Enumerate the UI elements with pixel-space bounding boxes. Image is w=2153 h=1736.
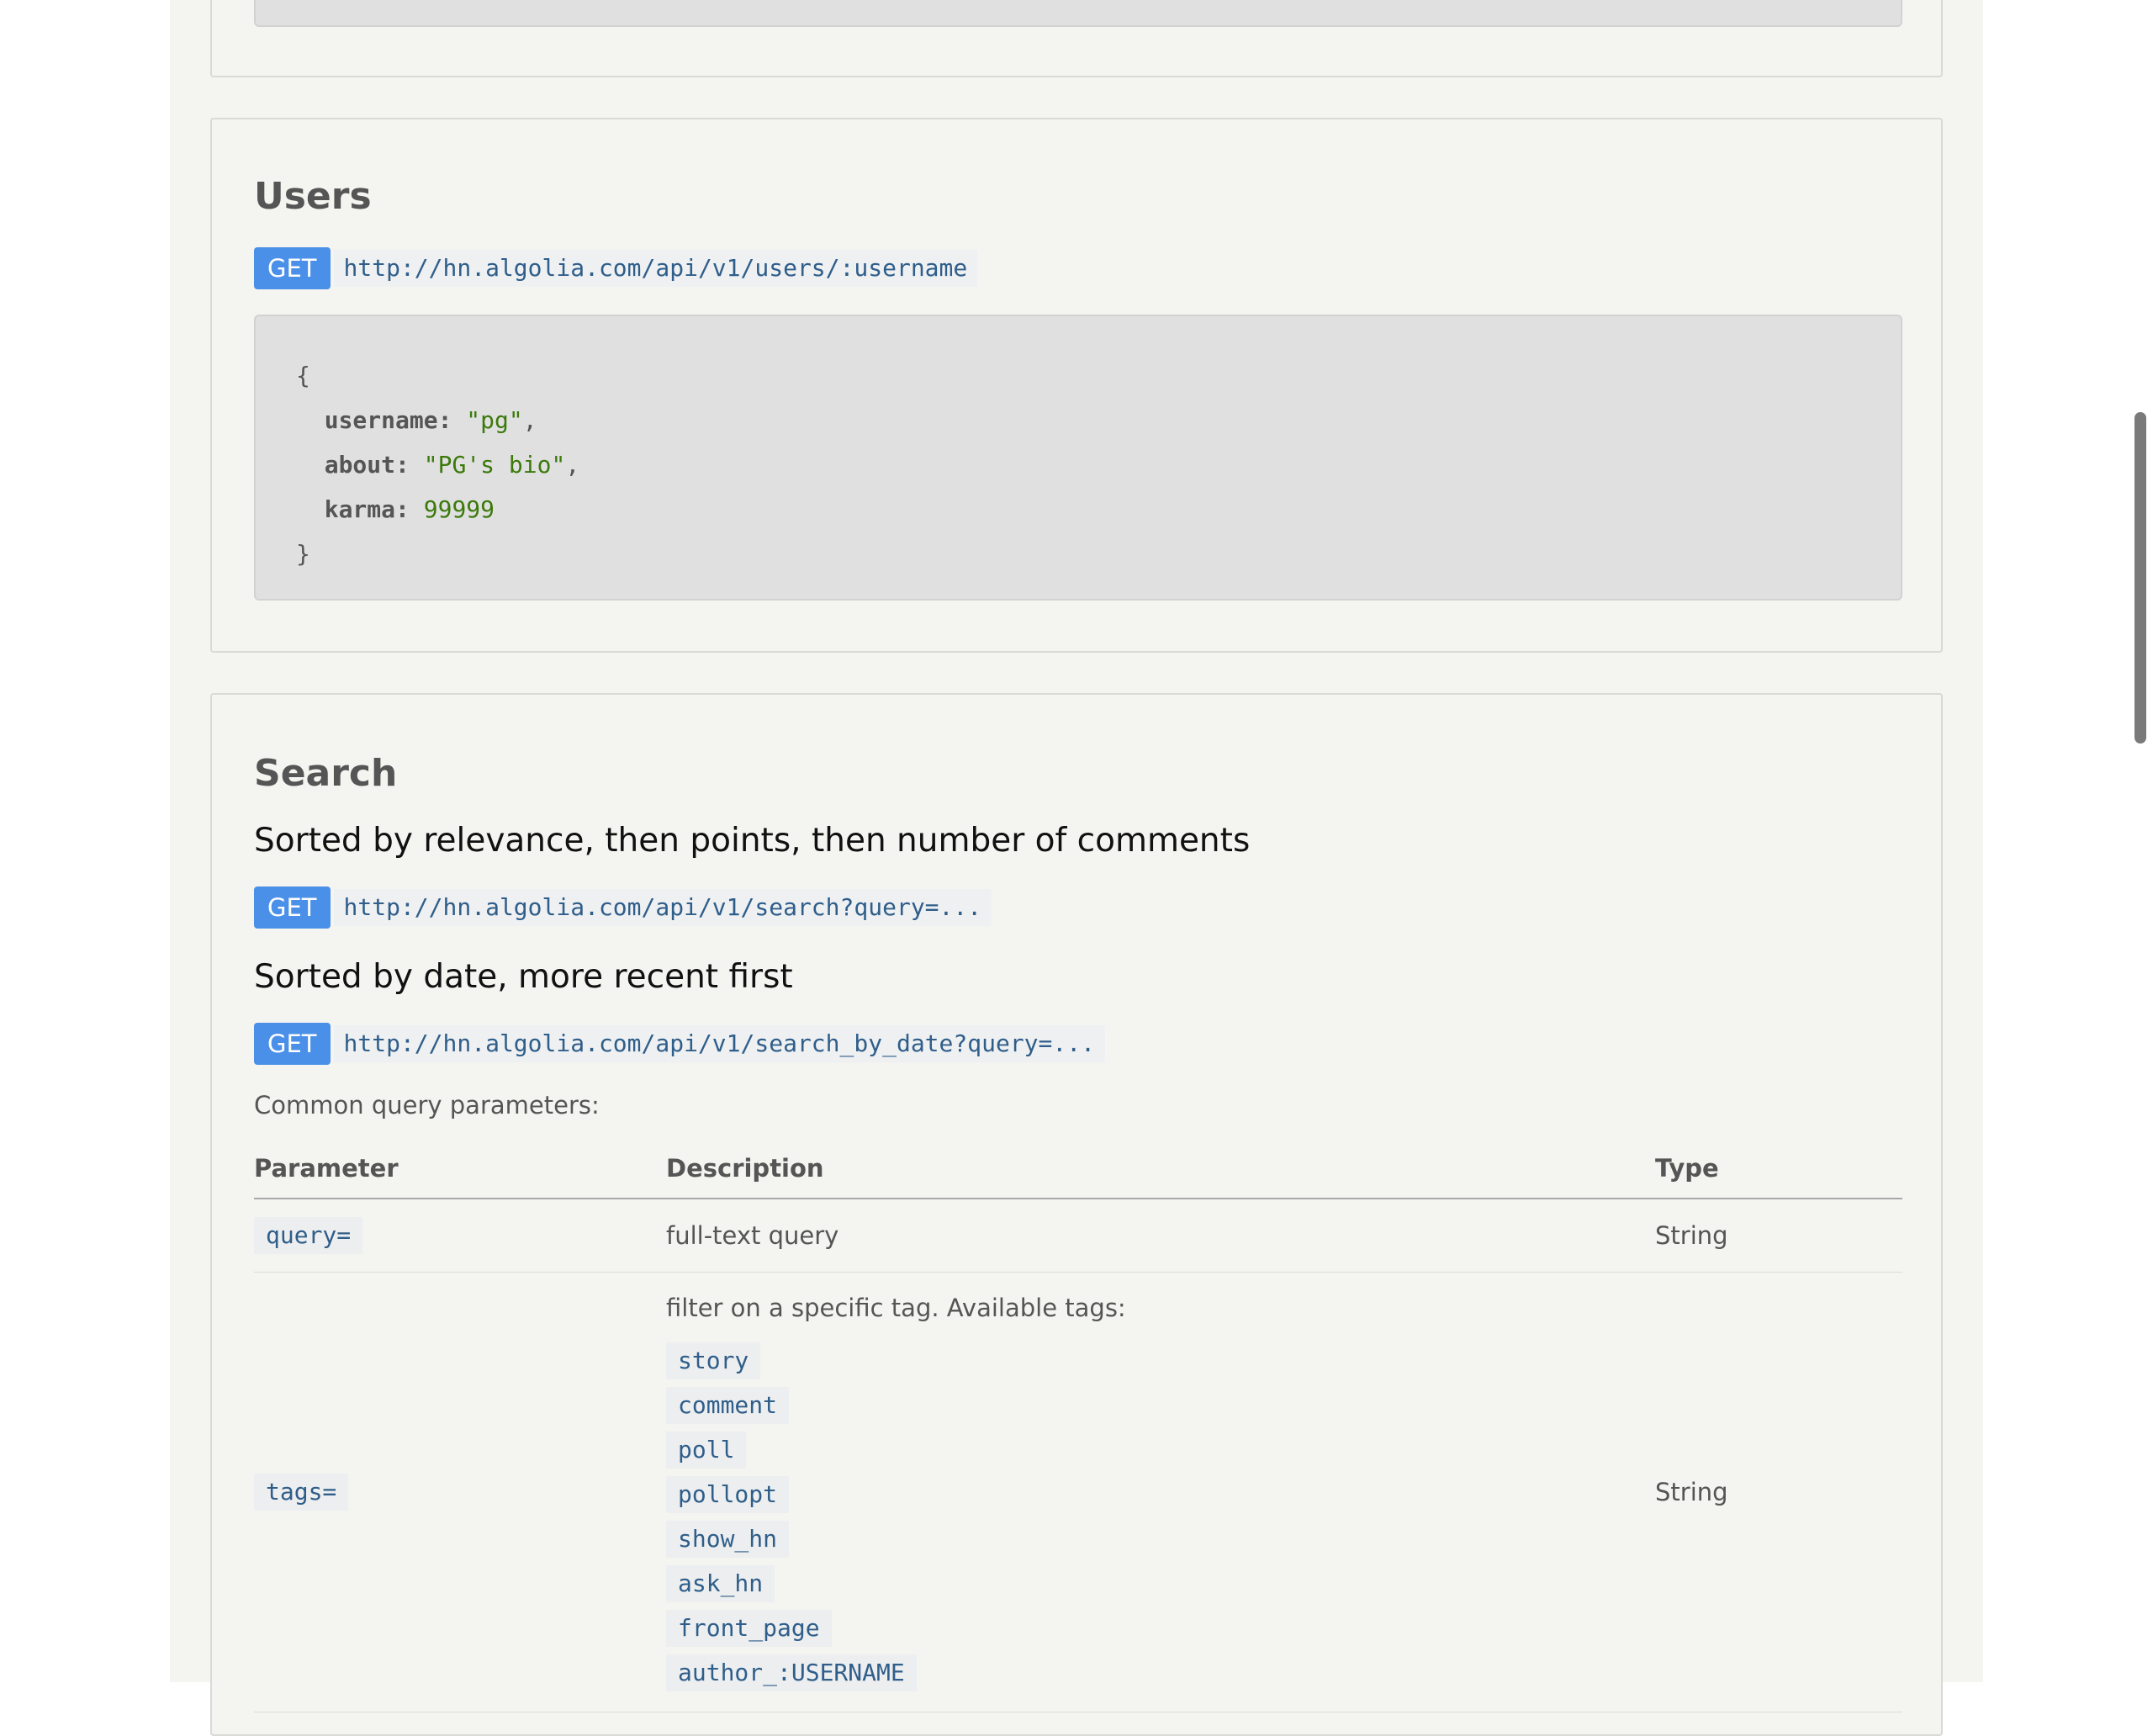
tag-chip: ask_hn	[666, 1564, 775, 1602]
users-section: Users GET http://hn.algolia.com/api/v1/u…	[210, 118, 1943, 653]
description-cell: filter on a specific tag. Available tags…	[666, 1272, 1655, 1712]
json-key: about:	[324, 451, 410, 479]
tag-chip: front_page	[666, 1609, 832, 1647]
list-item: front_page	[666, 1606, 1655, 1650]
users-endpoint: GET http://hn.algolia.com/api/v1/users/:…	[254, 247, 978, 289]
get-method-badge: GET	[254, 887, 331, 929]
column-header-type: Type	[1655, 1139, 1902, 1199]
list-item: story	[666, 1338, 1655, 1383]
get-method-badge: GET	[254, 1023, 331, 1065]
previous-section-panel	[210, 0, 1943, 77]
list-item: poll	[666, 1427, 1655, 1472]
tag-chip: poll	[666, 1431, 747, 1469]
column-header-description: Description	[666, 1139, 1655, 1199]
users-response-code: { username: "pg", about: "PG's bio", kar…	[254, 315, 1902, 601]
users-title: Users	[254, 175, 372, 218]
table-row: query= full-text query String	[254, 1199, 1902, 1273]
previous-code-block	[254, 0, 1902, 27]
search-by-date-endpoint-url[interactable]: http://hn.algolia.com/api/v1/search_by_d…	[333, 1025, 1105, 1062]
table-header-row: Parameter Description Type	[254, 1139, 1902, 1199]
json-close-brace: }	[296, 540, 310, 568]
list-item: author_:USERNAME	[666, 1650, 1655, 1695]
json-value: "pg"	[466, 406, 523, 434]
available-tags-list: story comment poll pollopt show_hn ask_h…	[666, 1338, 1655, 1695]
list-item: pollopt	[666, 1472, 1655, 1516]
users-endpoint-url[interactable]: http://hn.algolia.com/api/v1/users/:user…	[333, 250, 978, 287]
tag-chip: author_:USERNAME	[666, 1654, 917, 1691]
list-item: ask_hn	[666, 1561, 1655, 1606]
json-field-karma: karma: 99999	[296, 487, 1901, 532]
json-value: 99999	[423, 495, 495, 523]
tag-chip: story	[666, 1342, 761, 1379]
json-key: username:	[324, 406, 452, 434]
scrollbar-thumb[interactable]	[2134, 412, 2146, 744]
json-key: karma:	[324, 495, 410, 523]
table-row: tags= filter on a specific tag. Availabl…	[254, 1272, 1902, 1712]
type-cell: String	[1655, 1272, 1902, 1712]
list-item: comment	[666, 1383, 1655, 1427]
json-open-brace: {	[296, 362, 310, 389]
search-title: Search	[254, 752, 398, 795]
search-endpoint-url[interactable]: http://hn.algolia.com/api/v1/search?quer…	[333, 889, 992, 926]
query-params-table: Parameter Description Type query= full-t…	[254, 1139, 1902, 1712]
relevance-heading: Sorted by relevance, then points, then n…	[254, 822, 1251, 860]
tag-chip: comment	[666, 1386, 790, 1424]
param-name: query=	[254, 1217, 363, 1254]
list-item: show_hn	[666, 1516, 1655, 1561]
column-header-parameter: Parameter	[254, 1139, 666, 1199]
query-params-intro: Common query parameters:	[254, 1091, 600, 1119]
tag-chip: show_hn	[666, 1520, 790, 1558]
json-value: "PG's bio"	[423, 451, 566, 479]
date-heading: Sorted by date, more recent first	[254, 958, 793, 996]
page-scrollbar[interactable]	[2128, 0, 2153, 1682]
get-method-badge: GET	[254, 247, 331, 289]
search-section: Search Sorted by relevance, then points,…	[210, 693, 1943, 1736]
description-cell: full-text query	[666, 1199, 1655, 1273]
param-cell: query=	[254, 1199, 666, 1273]
tag-chip: pollopt	[666, 1475, 790, 1513]
json-comma: ,	[565, 451, 580, 479]
page-content: Users GET http://hn.algolia.com/api/v1/u…	[170, 0, 1983, 1736]
search-endpoint: GET http://hn.algolia.com/api/v1/search?…	[254, 887, 992, 929]
json-comma: ,	[522, 406, 537, 434]
json-field-username: username: "pg",	[296, 398, 1901, 442]
type-cell: String	[1655, 1199, 1902, 1273]
param-name: tags=	[254, 1474, 349, 1511]
search-by-date-endpoint: GET http://hn.algolia.com/api/v1/search_…	[254, 1023, 1105, 1065]
json-field-about: about: "PG's bio",	[296, 442, 1901, 487]
param-cell: tags=	[254, 1272, 666, 1712]
tags-description: filter on a specific tag. Available tags…	[666, 1294, 1126, 1322]
